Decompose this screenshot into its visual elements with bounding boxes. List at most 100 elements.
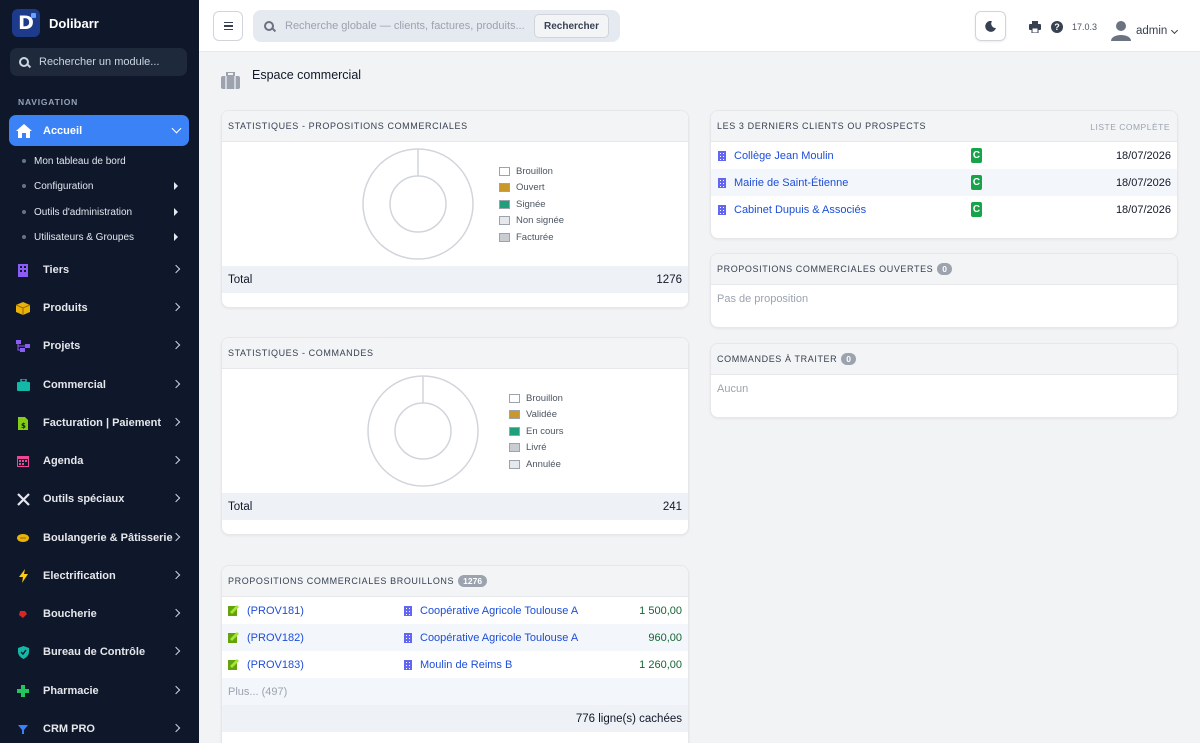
client-link[interactable]: Cabinet Dupuis & Associés [734, 204, 866, 216]
chevron-right-icon [171, 264, 181, 274]
bolt-icon [16, 569, 30, 583]
legend-item: Livré [509, 440, 564, 457]
orders-donut-chart [367, 375, 479, 487]
sidebar-item-outils-speciaux[interactable]: Outils spéciaux [16, 490, 184, 508]
briefcase-icon [221, 72, 240, 89]
chevron-right-icon [171, 685, 181, 695]
tools-icon [16, 492, 30, 506]
client-link[interactable]: Coopérative Agricole Toulouse A [420, 605, 578, 617]
building-icon [718, 204, 726, 215]
proposal-icon [228, 605, 239, 616]
sidebar-item-accueil[interactable]: Accueil [9, 115, 189, 146]
version-label: 17.0.3 [1072, 22, 1098, 32]
proposals-donut-chart [362, 148, 474, 260]
funnel-icon [16, 722, 30, 736]
sidebar-item-label: Accueil [43, 124, 83, 137]
sidebar-item-agenda[interactable]: Agenda [16, 452, 184, 470]
client-link[interactable]: Moulin de Reims B [420, 659, 512, 671]
sidebar-item-electrification[interactable]: Electrification [16, 567, 184, 585]
chevron-down-icon [171, 123, 182, 134]
sidebar-item-commercial[interactable]: Commercial [16, 376, 184, 394]
empty-message: Pas de proposition [717, 293, 809, 305]
total-row: Total 1276 [222, 266, 688, 293]
proposal-ref-link[interactable]: (PROV181) [247, 605, 304, 617]
dolibarr-logo-icon: D [12, 9, 40, 37]
full-list-link[interactable]: LISTE COMPLÈTE [1090, 122, 1170, 132]
proposal-ref-link[interactable]: (PROV182) [247, 632, 304, 644]
chevron-right-icon [171, 723, 181, 733]
client-link[interactable]: Coopérative Agricole Toulouse A [420, 632, 578, 644]
sidebar-sub-admin-tools[interactable]: Outils d'administration [22, 205, 180, 219]
brand[interactable]: D Dolibarr [12, 9, 99, 37]
client-link[interactable]: Mairie de Saint-Étienne [734, 177, 848, 189]
global-search: Rechercher [253, 10, 620, 42]
meat-icon [16, 607, 30, 621]
building-icon [404, 632, 412, 643]
avatar[interactable] [1110, 19, 1132, 41]
print-icon[interactable] [1029, 21, 1041, 33]
search-icon [19, 57, 29, 67]
count-badge: 0 [841, 353, 856, 365]
dark-mode-toggle[interactable] [975, 11, 1006, 41]
open-proposals-card: PROPOSITIONS COMMERCIALES OUVERTES 0 Pas… [710, 253, 1178, 328]
sitemap-icon [16, 339, 30, 353]
card-title: PROPOSITIONS COMMERCIALES OUVERTES 0 [711, 254, 1177, 285]
draft-proposals-card: PROPOSITIONS COMMERCIALES BROUILLONS 127… [221, 565, 689, 743]
plus-icon [16, 684, 30, 698]
briefcase-icon [16, 378, 30, 392]
sidebar-item-tiers[interactable]: Tiers [16, 261, 184, 279]
sidebar-sub-dashboard[interactable]: Mon tableau de bord [22, 154, 180, 168]
chevron-down-icon[interactable] [1170, 26, 1179, 35]
chevron-right-icon [171, 302, 181, 312]
legend-item: Annulée [509, 456, 564, 473]
sidebar-item-boulangerie[interactable]: Boulangerie & Pâtisserie [16, 529, 184, 547]
app-name: Dolibarr [49, 15, 99, 31]
client-link[interactable]: Collège Jean Moulin [734, 150, 834, 162]
building-icon [718, 177, 726, 188]
legend-item: Ouvert [499, 180, 564, 197]
sidebar-item-projets[interactable]: Projets [16, 337, 184, 355]
customer-type-badge: C [971, 175, 982, 190]
global-search-input[interactable] [285, 20, 525, 32]
caret-right-icon [174, 233, 178, 241]
orders-todo-card: COMMANDES À TRAITER 0 Aucun [710, 343, 1178, 418]
legend-item: Validée [509, 407, 564, 424]
help-icon[interactable]: ? [1051, 21, 1063, 33]
user-name[interactable]: admin [1136, 25, 1167, 37]
chevron-right-icon [171, 646, 181, 656]
sidebar-item-crm-pro[interactable]: CRM PRO [16, 720, 184, 738]
sidebar-item-bureau-controle[interactable]: Bureau de Contrôle [16, 643, 184, 661]
date: 18/07/2026 [1115, 203, 1171, 216]
hamburger-icon [223, 21, 233, 24]
legend-item: Brouillon [499, 163, 564, 180]
menu-toggle-button[interactable] [213, 11, 243, 41]
box-icon [16, 301, 30, 315]
table-row: Collège Jean Moulin C 18/07/2026 [711, 142, 1177, 169]
sidebar-sub-users-groups[interactable]: Utilisateurs & Groupes [22, 230, 180, 244]
more-link[interactable]: Plus... (497) [222, 678, 688, 705]
module-search[interactable] [10, 48, 187, 76]
page-title: Espace commercial [252, 68, 362, 82]
stats-orders-card: STATISTIQUES - COMMANDES Brouillon Valid… [221, 337, 689, 535]
home-icon [16, 123, 32, 138]
legend-item: Brouillon [509, 390, 564, 407]
sidebar-item-produits[interactable]: Produits [16, 299, 184, 317]
card-title: PROPOSITIONS COMMERCIALES BROUILLONS 127… [222, 566, 688, 597]
hidden-rows: 776 ligne(s) cachées [222, 705, 688, 732]
module-search-input[interactable] [39, 56, 179, 68]
customer-type-badge: C [971, 202, 982, 217]
total-value: 241 [662, 500, 682, 513]
stats-proposals-card: STATISTIQUES - PROPOSITIONS COMMERCIALES… [221, 110, 689, 308]
search-icon [264, 21, 274, 31]
amount: 1 500,00 [639, 604, 682, 617]
card-title: COMMANDES À TRAITER 0 [711, 344, 1177, 375]
bread-icon [16, 531, 30, 545]
proposal-ref-link[interactable]: (PROV183) [247, 659, 304, 671]
sidebar-item-boucherie[interactable]: Boucherie [16, 605, 184, 623]
empty-message: Aucun [717, 383, 749, 395]
sidebar-item-facturation[interactable]: $ Facturation | Paiement [16, 414, 184, 432]
sidebar: D Dolibarr NAVIGATION Accueil Mon tablea… [0, 0, 199, 743]
sidebar-sub-configuration[interactable]: Configuration [22, 179, 180, 193]
global-search-button[interactable]: Rechercher [534, 14, 609, 38]
sidebar-item-pharmacie[interactable]: Pharmacie [16, 682, 184, 700]
